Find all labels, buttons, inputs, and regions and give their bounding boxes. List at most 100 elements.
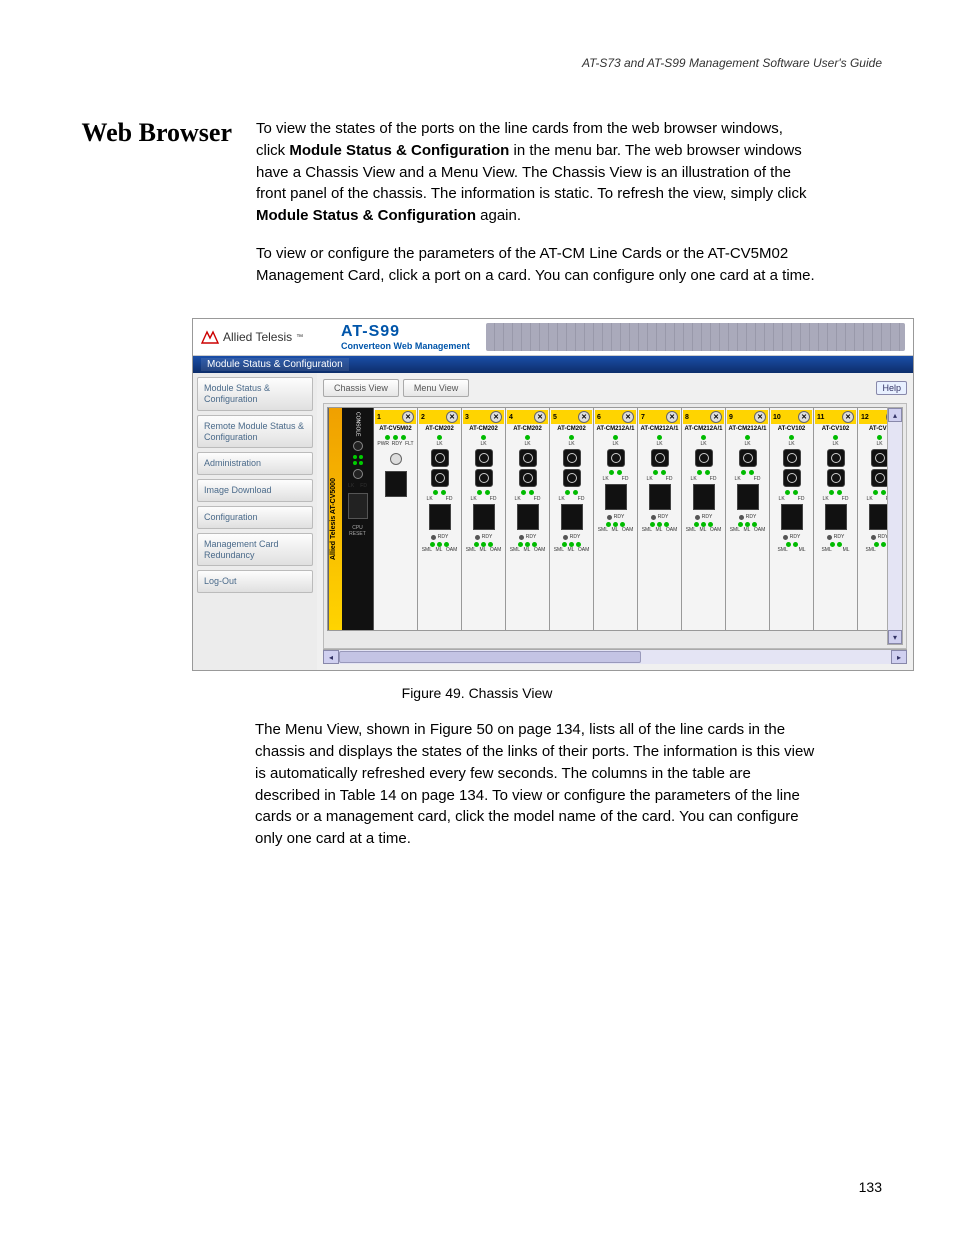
line-card-slot[interactable]: 4✕ AT-CM202LK LKFD RDY SMLMLOAM xyxy=(506,408,550,630)
fiber-port-icon[interactable] xyxy=(651,449,669,467)
line-card-slot[interactable]: 5✕ AT-CM202LK LKFD RDY SMLMLOAM xyxy=(550,408,594,630)
fiber-port-icon[interactable] xyxy=(563,449,581,467)
status-led-icon xyxy=(353,455,357,459)
management-slot[interactable]: CONSOLE LKFD CPU RESET xyxy=(342,408,374,630)
nav-remote-module[interactable]: Remote Module Status & Configuration xyxy=(197,415,313,449)
fan-icon: ✕ xyxy=(578,411,590,423)
scroll-down-icon[interactable]: ▾ xyxy=(888,630,902,644)
horizontal-scrollbar[interactable]: ◂ ▸ xyxy=(323,649,907,664)
scroll-thumb[interactable] xyxy=(339,651,641,663)
product-subtitle: Converteon Web Management xyxy=(341,341,470,351)
fiber-port-icon[interactable] xyxy=(431,449,449,467)
line-card-slot[interactable]: 7✕ AT-CM212A/1LK LKFD RDY SMLMLOAM xyxy=(638,408,682,630)
nav-module-status[interactable]: Module Status & Configuration xyxy=(197,377,313,411)
fan-icon: ✕ xyxy=(534,411,546,423)
tab-menu-view[interactable]: Menu View xyxy=(403,379,469,397)
mgmt-led-icon xyxy=(353,469,363,479)
brand-logo: Allied Telesis ™ xyxy=(201,330,331,344)
figure-caption: Figure 49. Chassis View xyxy=(72,685,882,701)
scroll-up-icon[interactable]: ▴ xyxy=(888,408,902,422)
main-panel: Chassis View Menu View Help Allied Teles… xyxy=(317,373,913,670)
line-card-slot[interactable]: 1✕ AT-CV5M02 PWRRDYFLT xyxy=(374,408,418,630)
line-card-slot[interactable]: 3✕ AT-CM202LK LKFD RDY SMLMLOAM xyxy=(462,408,506,630)
fan-icon: ✕ xyxy=(622,411,634,423)
rj45-port-icon[interactable] xyxy=(649,484,671,510)
fiber-port-icon[interactable] xyxy=(563,469,581,487)
nav-mgmt-redundancy[interactable]: Management Card Redundancy xyxy=(197,533,313,567)
section-heading: Web Browser xyxy=(72,118,232,148)
product-title-block: AT-S99 Converteon Web Management xyxy=(341,323,470,351)
para1-c: again. xyxy=(476,207,521,224)
fan-icon: ✕ xyxy=(446,411,458,423)
nav-configuration[interactable]: Configuration xyxy=(197,506,313,529)
fiber-port-icon[interactable] xyxy=(431,469,449,487)
paragraph-1: To view the states of the ports on the l… xyxy=(256,118,816,227)
fan-icon: ✕ xyxy=(402,411,414,423)
rj45-port-icon[interactable] xyxy=(561,504,583,530)
line-card-slot[interactable]: 2✕ AT-CM202LK LKFD RDY SMLMLOAM xyxy=(418,408,462,630)
fiber-port-icon[interactable] xyxy=(475,449,493,467)
rj45-port-icon[interactable] xyxy=(825,504,847,530)
scroll-right-icon[interactable]: ▸ xyxy=(891,650,907,664)
fan-icon: ✕ xyxy=(842,411,854,423)
fiber-port-icon[interactable] xyxy=(827,449,845,467)
fan-icon: ✕ xyxy=(798,411,810,423)
rj45-port-icon[interactable] xyxy=(517,504,539,530)
fiber-port-icon[interactable] xyxy=(783,449,801,467)
tab-chassis-view[interactable]: Chassis View xyxy=(323,379,399,397)
scroll-track[interactable] xyxy=(339,650,891,664)
status-led-icon xyxy=(359,461,363,465)
fiber-port-icon[interactable] xyxy=(695,449,713,467)
port-icon[interactable] xyxy=(385,471,407,497)
para1-bold2: Module Status & Configuration xyxy=(256,207,476,224)
body-text: To view the states of the ports on the l… xyxy=(256,118,816,302)
fd-label: FD xyxy=(360,483,367,489)
chassis-illustration: Allied Telesis AT-CV5000 CONSOLE xyxy=(327,407,903,631)
mgmt-led-icon xyxy=(353,441,363,451)
rj45-port-icon[interactable] xyxy=(737,484,759,510)
rj45-port-icon[interactable] xyxy=(693,484,715,510)
console-label: CONSOLE xyxy=(355,412,361,436)
fiber-port-icon[interactable] xyxy=(519,469,537,487)
rj45-port-icon[interactable] xyxy=(605,484,627,510)
chassis-view-screenshot: Allied Telesis ™ AT-S99 Converteon Web M… xyxy=(192,318,914,671)
nav-logout[interactable]: Log-Out xyxy=(197,570,313,593)
page-number: 133 xyxy=(859,1179,882,1195)
fiber-port-icon[interactable] xyxy=(871,449,889,467)
fiber-port-icon[interactable] xyxy=(871,469,889,487)
fan-icon: ✕ xyxy=(666,411,678,423)
rj45-port-icon[interactable] xyxy=(781,504,803,530)
status-led-icon xyxy=(353,461,357,465)
rj45-port-icon[interactable] xyxy=(429,504,451,530)
vertical-scrollbar[interactable]: ▴ ▾ xyxy=(887,407,903,645)
scroll-left-icon[interactable]: ◂ xyxy=(323,650,339,664)
allied-telesis-icon xyxy=(201,330,219,344)
rj45-port-icon[interactable] xyxy=(473,504,495,530)
line-card-slot[interactable]: 8✕ AT-CM212A/1LK LKFD RDY SMLMLOAM xyxy=(682,408,726,630)
brand-text: Allied Telesis xyxy=(223,330,292,344)
line-card-slot[interactable]: 6✕ AT-CM212A/1LK LKFD RDY SMLMLOAM xyxy=(594,408,638,630)
line-card-slot[interactable]: 10✕ AT-CV102LK LKFD RDY SMLML xyxy=(770,408,814,630)
product-title: AT-S99 xyxy=(341,323,470,341)
mgmt-port-icon[interactable] xyxy=(348,493,368,519)
menu-bar: Module Status & Configuration xyxy=(193,356,913,373)
nav-administration[interactable]: Administration xyxy=(197,452,313,475)
paragraph-2: To view or configure the parameters of t… xyxy=(256,243,816,287)
fiber-port-icon[interactable] xyxy=(607,449,625,467)
tm-mark: ™ xyxy=(296,334,303,341)
nav-image-download[interactable]: Image Download xyxy=(197,479,313,502)
menu-bar-item[interactable]: Module Status & Configuration xyxy=(201,358,349,371)
line-card-slot[interactable]: 11✕ AT-CV102LK LKFD RDY SMLML xyxy=(814,408,858,630)
help-button[interactable]: Help xyxy=(876,381,907,395)
lk-label: LK xyxy=(348,483,354,489)
fiber-port-icon[interactable] xyxy=(783,469,801,487)
fiber-port-icon[interactable] xyxy=(519,449,537,467)
fiber-port-icon[interactable] xyxy=(827,469,845,487)
fan-icon: ✕ xyxy=(710,411,722,423)
status-led-icon xyxy=(359,455,363,459)
fiber-port-icon[interactable] xyxy=(475,469,493,487)
chassis-label-bar: Allied Telesis AT-CV5000 xyxy=(328,408,342,630)
chassis-view-container: Allied Telesis AT-CV5000 CONSOLE xyxy=(323,403,907,649)
line-card-slot[interactable]: 9✕ AT-CM212A/1LK LKFD RDY SMLMLOAM xyxy=(726,408,770,630)
fiber-port-icon[interactable] xyxy=(739,449,757,467)
